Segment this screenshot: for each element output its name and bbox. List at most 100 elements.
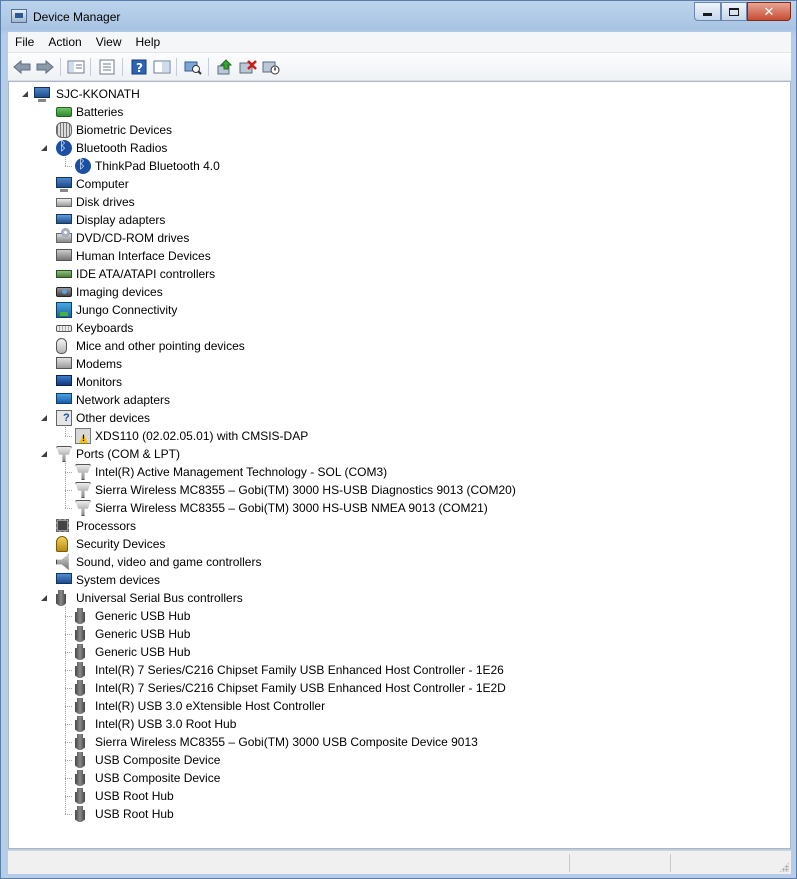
usb-icon: [56, 590, 66, 606]
disk-icon: [56, 198, 72, 207]
minimize-button[interactable]: [694, 2, 721, 21]
modem-icon: [56, 357, 72, 369]
update-driver-button[interactable]: [215, 57, 235, 77]
expand-arrow-icon[interactable]: [40, 250, 49, 260]
tree-connector: [65, 688, 73, 689]
tree-connector: [65, 760, 73, 761]
usb-icon: [75, 698, 85, 714]
tree-item-label: Mice and other pointing devices: [76, 339, 245, 353]
close-icon: ✕: [763, 3, 775, 19]
scan-hardware-button[interactable]: [183, 57, 203, 77]
toolbar-separator: [208, 58, 209, 76]
tree-item-label: Human Interface Devices: [76, 249, 211, 263]
scan-hardware-icon: [184, 61, 202, 75]
show-hide-console-tree-button[interactable]: [66, 57, 86, 77]
tree-item-label: XDS110 (02.02.05.01) with CMSIS-DAP: [95, 429, 309, 443]
tree-connector: [65, 436, 73, 437]
view-button[interactable]: [152, 57, 172, 77]
tree-item-label: Jungo Connectivity: [76, 303, 178, 317]
tree-item-label: Intel(R) USB 3.0 eXtensible Host Control…: [95, 699, 326, 713]
tree-item-label: Biometric Devices: [76, 123, 173, 137]
status-bar: [8, 850, 791, 874]
collapse-arrow-icon[interactable]: [40, 143, 49, 152]
collapse-arrow-icon[interactable]: [40, 593, 49, 602]
tree-connector: [65, 652, 73, 653]
usb-icon: [75, 752, 85, 768]
usb-icon: [75, 806, 85, 822]
expand-arrow-icon[interactable]: [40, 358, 49, 368]
toolbar-separator: [122, 58, 123, 76]
caption-buttons: ✕: [694, 2, 791, 21]
computer-icon: [56, 177, 72, 192]
tree-item-label: ThinkPad Bluetooth 4.0: [95, 159, 220, 173]
status-segment: [670, 854, 671, 872]
expand-arrow-icon[interactable]: [40, 574, 49, 584]
expand-arrow-icon[interactable]: [40, 286, 49, 296]
tree-connector: [65, 742, 73, 743]
tree-connector: [65, 778, 73, 779]
sound-icon: [56, 554, 69, 570]
expand-arrow-icon[interactable]: [40, 232, 49, 242]
properties-button[interactable]: [97, 57, 117, 77]
port-icon: [75, 500, 91, 516]
system-icon: [56, 573, 72, 584]
disable-device-button[interactable]: [261, 57, 281, 77]
back-button[interactable]: [12, 57, 32, 77]
tree-item-label: Display adapters: [76, 213, 166, 227]
expand-arrow-icon[interactable]: [40, 376, 49, 386]
tree-connector: [65, 427, 66, 436]
tree-item-label: Modems: [76, 357, 123, 371]
tree-item-label: Sierra Wireless MC8355 – Gobi(TM) 3000 H…: [95, 501, 488, 515]
collapse-arrow-icon[interactable]: [40, 449, 49, 458]
close-button[interactable]: ✕: [747, 2, 791, 21]
tree-item-label: IDE ATA/ATAPI controllers: [76, 267, 216, 281]
warn-icon: [75, 428, 91, 444]
expand-arrow-icon[interactable]: [40, 394, 49, 404]
expand-arrow-icon[interactable]: [40, 178, 49, 188]
expand-arrow-icon[interactable]: [40, 520, 49, 530]
expand-arrow-icon[interactable]: [40, 538, 49, 548]
mouse-icon: [56, 338, 67, 354]
port-icon: [56, 446, 72, 462]
tree-item-label: Batteries: [76, 105, 124, 119]
tree-connector: [65, 472, 73, 473]
expand-arrow-icon[interactable]: [40, 304, 49, 314]
expand-arrow-icon[interactable]: [40, 556, 49, 566]
menu-file[interactable]: File: [8, 32, 41, 53]
forward-button[interactable]: [35, 57, 55, 77]
title-bar[interactable]: Device Manager ✕: [1, 1, 796, 32]
expand-arrow-icon[interactable]: [40, 214, 49, 224]
expand-arrow-icon[interactable]: [40, 268, 49, 278]
minimize-icon: [703, 13, 712, 16]
tree-item-label: Computer: [76, 177, 129, 191]
expand-arrow-icon[interactable]: [40, 196, 49, 206]
expand-arrow-icon[interactable]: [40, 340, 49, 350]
menu-action[interactable]: Action: [41, 32, 88, 53]
expand-arrow-icon[interactable]: [40, 322, 49, 332]
tree-item-label: Intel(R) 7 Series/C216 Chipset Family US…: [95, 681, 506, 695]
device-tree-pane[interactable]: SJC-KKONATH Batteries Biometric Devices Bl…: [8, 81, 791, 849]
tree-connector: [65, 463, 66, 508]
proc-icon: [56, 519, 69, 532]
collapse-arrow-icon[interactable]: [21, 89, 30, 98]
bio-icon: [56, 122, 72, 138]
resize-grip-icon[interactable]: [779, 862, 789, 872]
ide-icon: [56, 270, 72, 278]
tree-item-label: System devices: [76, 573, 161, 587]
expand-arrow-icon[interactable]: [40, 106, 49, 116]
port-icon: [75, 464, 91, 480]
menu-help[interactable]: Help: [129, 32, 168, 53]
collapse-arrow-icon[interactable]: [40, 413, 49, 422]
expand-arrow-icon[interactable]: [40, 124, 49, 134]
menu-view[interactable]: View: [89, 32, 129, 53]
tree-connector: [65, 607, 66, 814]
display-icon: [56, 214, 72, 224]
maximize-button[interactable]: [721, 2, 747, 21]
tree-connector: [65, 724, 73, 725]
uninstall-icon: [239, 60, 257, 74]
help-button[interactable]: ?: [129, 57, 149, 77]
uninstall-button[interactable]: [238, 57, 258, 77]
tree-item-label: Intel(R) Active Management Technology - …: [95, 465, 388, 479]
imaging-icon: [56, 287, 72, 297]
tree-connector: [65, 814, 73, 815]
